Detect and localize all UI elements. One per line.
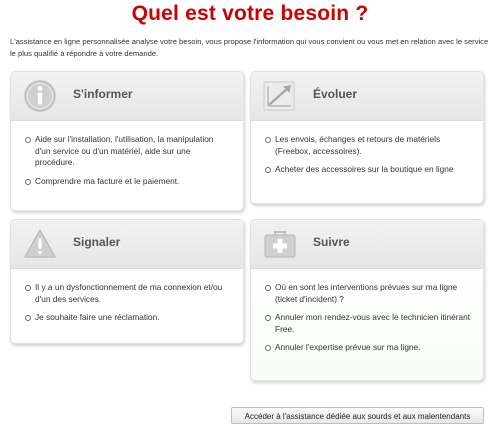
info-icon	[22, 78, 58, 114]
card-informer-header[interactable]: S'informer	[11, 72, 243, 121]
bullet-icon	[25, 137, 31, 143]
warning-icon	[22, 226, 58, 262]
card-suivre-list: Où en sont les interventions prévues sur…	[265, 282, 471, 354]
list-item-label[interactable]: Comprendre ma facture et le paiement.	[35, 176, 179, 186]
card-signaler[interactable]: Signaler Il y a un dysfonctionnement de …	[10, 219, 244, 344]
list-item-label[interactable]: Annuler l'expertise prévue sur ma ligne.	[275, 342, 420, 352]
list-item[interactable]: Annuler l'expertise prévue sur ma ligne.	[265, 342, 471, 354]
card-suivre-header[interactable]: Suivre	[251, 220, 483, 269]
bullet-icon	[265, 315, 271, 321]
card-suivre-title[interactable]: Suivre	[313, 235, 350, 249]
card-evoluer-title[interactable]: Évoluer	[313, 87, 357, 101]
list-item-label[interactable]: Il y a un dysfonctionnement de ma connex…	[35, 282, 222, 304]
card-signaler-header[interactable]: Signaler	[11, 220, 243, 269]
list-item[interactable]: Aide sur l'installation, l'utilisation, …	[25, 134, 231, 169]
card-informer-list: Aide sur l'installation, l'utilisation, …	[25, 134, 231, 187]
bullet-icon	[25, 315, 31, 321]
card-informer-body: Aide sur l'installation, l'utilisation, …	[11, 121, 243, 187]
intro-text: L'assistance en ligne personnalisée anal…	[10, 37, 489, 58]
bullet-icon	[265, 345, 271, 351]
list-item-label[interactable]: Où en sont les interventions prévues sur…	[275, 282, 457, 304]
list-item[interactable]: Comprendre ma facture et le paiement.	[25, 176, 231, 188]
card-signaler-body: Il y a un dysfonctionnement de ma connex…	[11, 269, 243, 324]
bullet-icon	[25, 285, 31, 291]
card-signaler-title[interactable]: Signaler	[73, 235, 120, 249]
list-item-label[interactable]: Les envois, échanges et retours de matér…	[275, 134, 440, 156]
first-aid-kit-icon	[262, 226, 298, 262]
bullet-icon	[265, 167, 271, 173]
list-item[interactable]: Annuler mon rendez-vous avec le technici…	[265, 312, 471, 335]
growth-chart-icon	[262, 78, 298, 114]
bullet-icon	[25, 178, 31, 185]
list-item[interactable]: Acheter des accessoires sur la boutique …	[265, 164, 471, 176]
list-item-label[interactable]: Annuler mon rendez-vous avec le technici…	[275, 312, 470, 334]
accessibility-assistance-button[interactable]: Accéder à l'assistance dédiée aux sourds…	[231, 407, 484, 424]
list-item[interactable]: Les envois, échanges et retours de matér…	[265, 134, 471, 157]
bullet-icon	[265, 285, 271, 291]
list-item[interactable]: Où en sont les interventions prévues sur…	[265, 282, 471, 305]
list-item-label[interactable]: Acheter des accessoires sur la boutique …	[275, 164, 454, 174]
list-item-label[interactable]: Je souhaite faire une réclamation.	[35, 312, 160, 322]
card-evoluer-body: Les envois, échanges et retours de matér…	[251, 121, 483, 176]
bullet-icon	[265, 137, 271, 143]
card-suivre-body: Où en sont les interventions prévues sur…	[251, 269, 483, 380]
card-evoluer[interactable]: Évoluer Les envois, échanges et retours …	[250, 71, 484, 204]
card-informer-title[interactable]: S'informer	[73, 87, 133, 101]
card-informer[interactable]: S'informer Aide sur l'installation, l'ut…	[10, 71, 244, 211]
card-evoluer-list: Les envois, échanges et retours de matér…	[265, 134, 471, 176]
list-item[interactable]: Il y a un dysfonctionnement de ma connex…	[25, 282, 231, 305]
list-item[interactable]: Je souhaite faire une réclamation.	[25, 312, 231, 324]
card-signaler-list: Il y a un dysfonctionnement de ma connex…	[25, 282, 231, 324]
card-suivre[interactable]: Suivre Où en sont les interventions prév…	[250, 219, 484, 381]
list-item-label[interactable]: Aide sur l'installation, l'utilisation, …	[35, 134, 213, 167]
card-evoluer-header[interactable]: Évoluer	[251, 72, 483, 121]
page-title: Quel est votre besoin ?	[131, 2, 369, 25]
